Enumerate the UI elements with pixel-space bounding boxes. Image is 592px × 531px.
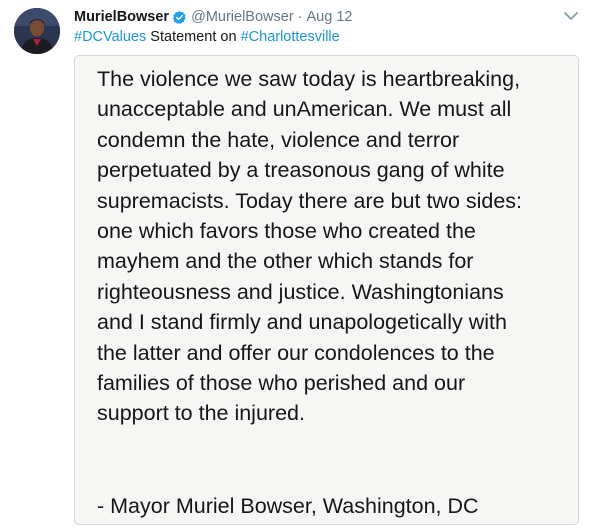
statement-line: one which favors those who created the — [97, 219, 476, 244]
tweet-text: #DCValues Statement on #Charlottesville — [74, 29, 340, 45]
statement-line: families of those who perished and our — [97, 371, 466, 396]
tweet-text-middle: Statement on — [146, 29, 241, 45]
statement-line: unacceptable and unAmerican. We must all — [97, 97, 512, 122]
verified-badge-icon — [173, 10, 186, 24]
statement-line: condemn the hate, violence and terror — [97, 127, 460, 152]
author-handle[interactable]: @MurielBowser — [191, 9, 294, 25]
hashtag-link-dcvalues[interactable]: #DCValues — [74, 29, 146, 45]
avatar[interactable] — [14, 8, 60, 54]
statement-line: The violence we saw today is heartbreaki… — [97, 67, 521, 91]
tweet-header: MurielBowser @MurielBowser · Aug 12 — [74, 7, 352, 27]
statement-line: and I stand firmly and unapologetically … — [97, 310, 507, 335]
author-name[interactable]: MurielBowser — [74, 9, 169, 25]
statement-text: The violence we saw today is heartbreaki… — [97, 64, 572, 429]
tweet[interactable]: MurielBowser @MurielBowser · Aug 12 #DCV… — [0, 0, 592, 531]
statement-line: support to the injured. — [97, 401, 305, 426]
chevron-down-icon[interactable] — [562, 9, 580, 23]
hashtag-link-charlottesville[interactable]: #Charlottesville — [241, 29, 340, 45]
meta-separator: · — [297, 9, 303, 25]
statement-image[interactable]: The violence we saw today is heartbreaki… — [74, 55, 579, 525]
statement-signature: - Mayor Muriel Bowser, Washington, DC — [97, 494, 479, 518]
statement-line: perpetuated by a treasonous gang of whit… — [97, 158, 505, 183]
statement-line: supremacists. Today there are but two si… — [97, 188, 523, 213]
tweet-date[interactable]: Aug 12 — [307, 9, 353, 25]
statement-line: mayhem and the other which stands for — [97, 249, 474, 274]
statement-line: the latter and offer our condolences to … — [97, 340, 495, 365]
statement-line: righteousness and justice. Washingtonian… — [97, 279, 504, 304]
avatar-image — [14, 8, 60, 54]
